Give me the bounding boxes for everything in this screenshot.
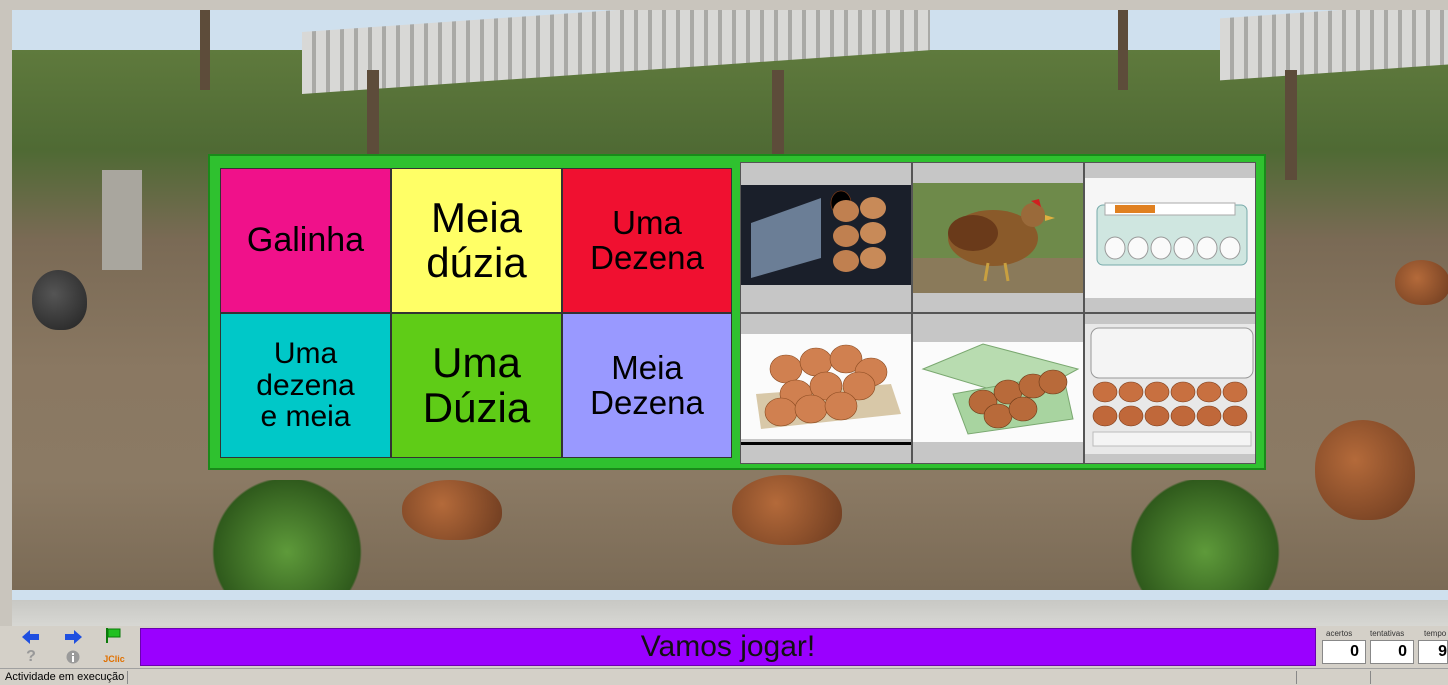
image-cell[interactable] (740, 313, 912, 464)
tentativas-value: 0 (1398, 643, 1407, 660)
text-cell[interactable]: Meia dúzia (391, 168, 562, 313)
acertos-label: acertos (1326, 629, 1353, 638)
status-text: Actividade em execução (2, 671, 129, 684)
arrow-right-icon[interactable] (62, 628, 84, 646)
hen (1315, 420, 1415, 520)
text-cell[interactable]: Galinha (220, 168, 391, 313)
text-cell-label: Uma Dezena (590, 203, 704, 276)
text-cell[interactable]: Uma Dúzia (391, 313, 562, 458)
acertos-counter: 0 (1322, 640, 1366, 664)
status-bar: Actividade em execução (0, 668, 1448, 685)
arrow-left-icon[interactable] (20, 628, 42, 646)
text-cells-grid: Galinha Meia dúzia Uma Dezena Uma dezena e meia… (220, 168, 732, 458)
image-cell[interactable] (912, 313, 1084, 464)
post (200, 10, 210, 90)
hen (1395, 260, 1448, 305)
text-cell-label: Meia dúzia (426, 196, 526, 284)
text-cell[interactable]: Meia Dezena (562, 313, 732, 458)
text-cell-line: Dúzia (422, 383, 531, 431)
plant (212, 480, 362, 590)
dozen-eggs-carton-icon (1085, 163, 1255, 312)
acertos-value: 0 (1350, 643, 1359, 660)
hen (402, 480, 502, 540)
text-cell[interactable]: Uma Dezena (562, 168, 732, 313)
half-dozen-eggs-tray-icon (741, 163, 911, 312)
text-cell-label: Galinha (246, 220, 365, 259)
status-panel (1370, 671, 1448, 684)
roof (1220, 10, 1448, 81)
roof (302, 10, 930, 95)
status-panel (1296, 671, 1369, 684)
question-icon[interactable]: ? (20, 648, 42, 666)
text-cell-label: Uma dezena e meia (256, 338, 354, 433)
text-cell-line: Meia (430, 194, 523, 242)
jclic-logo[interactable]: JClic (99, 650, 129, 668)
hen (732, 475, 842, 545)
tentativas-label: tentativas (1370, 629, 1405, 638)
post (1118, 10, 1128, 90)
tempo-counter: 9 (1418, 640, 1448, 664)
text-cell-line: Galinha (246, 220, 365, 259)
dozen-eggs-open-carton-icon (1085, 314, 1255, 463)
info-icon[interactable] (62, 648, 84, 666)
text-cell-line: Uma (273, 337, 338, 371)
tempo-label: tempo (1424, 629, 1447, 638)
image-cells-grid (740, 162, 1256, 464)
image-cell[interactable] (1084, 162, 1256, 313)
hen (32, 270, 87, 330)
eggs-green-carton-icon (913, 314, 1083, 463)
text-cell-line: dúzia (426, 238, 527, 286)
plant (1130, 480, 1280, 590)
image-cell[interactable] (912, 162, 1084, 313)
ten-eggs-tray-icon (741, 314, 911, 463)
tempo-value: 9 (1438, 643, 1447, 660)
tentativas-counter: 0 (1370, 640, 1414, 664)
association-board: Galinha Meia dúzia Uma Dezena Uma dezena e meia… (208, 154, 1266, 470)
post (1285, 70, 1297, 180)
text-cell-line: Dezena (590, 383, 704, 421)
text-cell-line: Meia (611, 348, 683, 386)
text-cell[interactable]: Uma dezena e meia (220, 313, 391, 458)
text-cell-line: dezena (256, 368, 355, 402)
text-cell-line: Uma (432, 339, 521, 387)
text-cell-line: Uma (612, 203, 682, 241)
text-cell-label: Meia Dezena (590, 348, 704, 421)
hen-photo-icon (913, 163, 1083, 312)
board-plank (102, 170, 142, 270)
image-cell[interactable] (1084, 313, 1256, 464)
message-box: Vamos jogar! (140, 628, 1316, 666)
text-cell-line: e meia (260, 400, 351, 434)
text-cell-line: Dezena (590, 238, 704, 276)
background-strip (12, 590, 1448, 626)
message-text: Vamos jogar! (640, 630, 816, 663)
flag-icon[interactable] (102, 626, 124, 644)
image-cell[interactable] (740, 162, 912, 313)
text-cell-label: Uma Dúzia (423, 341, 530, 429)
